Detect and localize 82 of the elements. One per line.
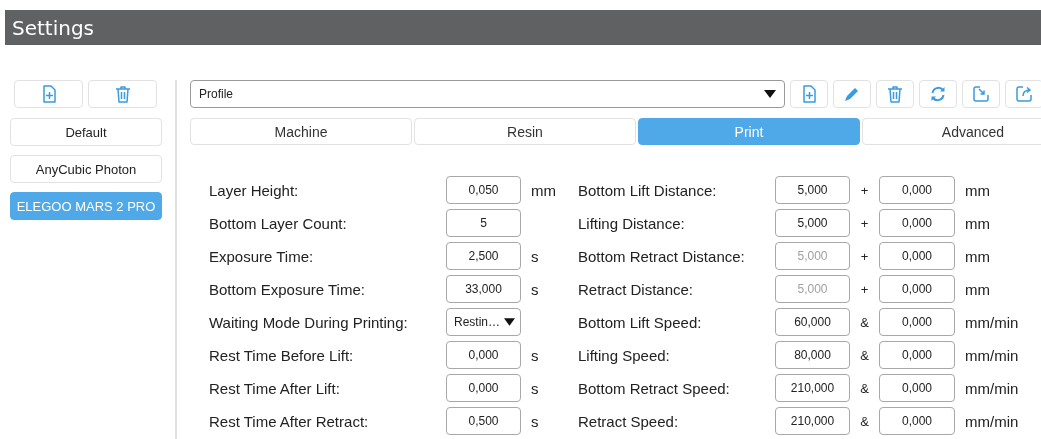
field-label: Rest Time After Lift:	[209, 379, 341, 397]
unit-label: s	[530, 412, 540, 430]
delete-button[interactable]	[876, 80, 914, 108]
add-profile-button[interactable]	[14, 80, 83, 108]
unit-label: mm	[530, 181, 557, 199]
operator-label: &	[859, 314, 870, 330]
caret-icon	[764, 90, 776, 98]
field-label: Lifting Distance:	[578, 214, 686, 232]
input-field[interactable]: 5	[446, 209, 521, 237]
input-field[interactable]: 80,000	[775, 341, 850, 369]
operator-label: &	[859, 380, 870, 396]
field-label: Bottom Exposure Time:	[209, 280, 366, 298]
input-field[interactable]: 5,000	[775, 209, 850, 237]
unit-label: mm/min	[964, 313, 1020, 331]
unit-label: s	[530, 379, 540, 397]
unit-label: mm/min	[964, 346, 1020, 364]
delete-profile-button[interactable]	[88, 80, 157, 108]
tab[interactable]: Machine	[190, 118, 412, 145]
trash-icon	[886, 85, 904, 103]
trash-icon	[113, 85, 132, 103]
input-field[interactable]: 0,000	[446, 341, 521, 369]
field-label: Waiting Mode During Printing:	[209, 313, 409, 331]
refresh-icon	[929, 85, 947, 103]
import-button[interactable]	[962, 80, 1000, 108]
field-label: Bottom Layer Count:	[209, 214, 348, 232]
input-field[interactable]: 0,000	[879, 407, 955, 435]
unit-label: mm	[964, 181, 991, 199]
unit-label: mm	[964, 247, 991, 265]
add-file-icon	[800, 85, 818, 103]
export-button[interactable]	[1005, 80, 1041, 108]
caret-icon	[504, 318, 515, 326]
input-field[interactable]: 210,000	[775, 374, 850, 402]
refresh-button[interactable]	[919, 80, 957, 108]
tab[interactable]: Advanced	[862, 118, 1041, 145]
operator-label: +	[859, 281, 870, 297]
operator-label: &	[859, 347, 870, 363]
unit-label: s	[530, 247, 540, 265]
unit-label: s	[530, 280, 540, 298]
import-icon	[972, 85, 990, 103]
unit-label: s	[530, 346, 540, 364]
input-field[interactable]: 0,000	[446, 374, 521, 402]
input-field[interactable]: 33,000	[446, 275, 521, 303]
export-icon	[1015, 85, 1033, 103]
tab[interactable]: Resin	[414, 118, 636, 145]
operator-label: &	[859, 413, 870, 429]
input-field[interactable]: 0,000	[879, 209, 955, 237]
field-label: Retract Distance:	[578, 280, 695, 298]
input-field[interactable]: 2,500	[446, 242, 521, 270]
field-label: Exposure Time:	[209, 247, 315, 265]
field-label: Rest Time After Retract:	[209, 412, 370, 430]
input-field[interactable]: 0,000	[879, 176, 955, 204]
field-label: Layer Height:	[209, 181, 300, 199]
pencil-icon	[843, 85, 861, 103]
unit-label: mm/min	[964, 379, 1020, 397]
field-label: Lifting Speed:	[578, 346, 671, 364]
profile-dropdown[interactable]: Profile	[190, 80, 785, 108]
field-label: Retract Speed:	[578, 412, 680, 430]
input-field[interactable]: 210,000	[775, 407, 850, 435]
field-label: Bottom Lift Speed:	[578, 313, 703, 331]
input-field[interactable]: 60,000	[775, 308, 850, 336]
unit-label: mm	[964, 280, 991, 298]
profile-item[interactable]: Default	[10, 118, 162, 146]
field-label: Bottom Retract Speed:	[578, 379, 731, 397]
input-field[interactable]: 0,000	[879, 374, 955, 402]
new-button[interactable]	[790, 80, 828, 108]
input-field[interactable]: 0,500	[446, 407, 521, 435]
operator-label: +	[859, 182, 870, 198]
input-field[interactable]: 5,000	[775, 176, 850, 204]
unit-label: mm	[964, 214, 991, 232]
mode-dropdown[interactable]: Restin…	[446, 308, 521, 336]
field-label: Bottom Retract Distance:	[578, 247, 746, 265]
input-field[interactable]: 0,000	[879, 308, 955, 336]
operator-label: +	[859, 248, 870, 264]
unit-label: mm/min	[964, 412, 1020, 430]
field-label: Bottom Lift Distance:	[578, 181, 718, 199]
input-field[interactable]: 0,000	[879, 341, 955, 369]
operator-label: +	[859, 215, 870, 231]
field-label: Rest Time Before Lift:	[209, 346, 355, 364]
window-title: Settings	[11, 15, 95, 40]
edit-button[interactable]	[833, 80, 871, 108]
profile-item[interactable]: AnyCubic Photon	[10, 155, 162, 183]
input-field[interactable]: 0,050	[446, 176, 521, 204]
